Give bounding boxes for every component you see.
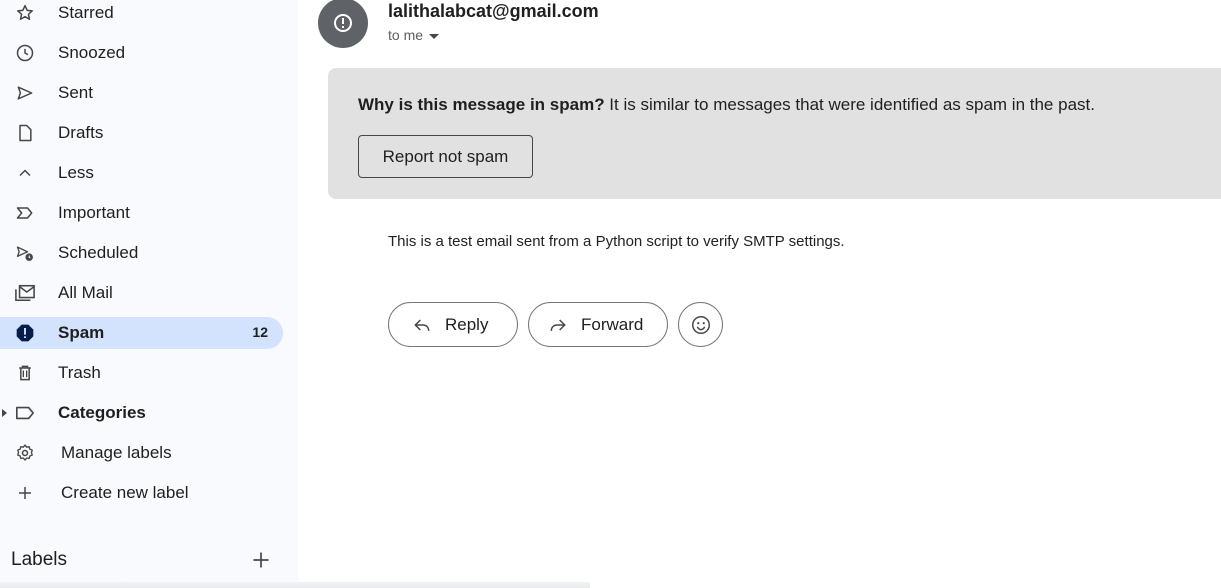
sidebar-item-label: Snoozed xyxy=(58,43,126,62)
spam-explanation: Why is this message in spam? It is simil… xyxy=(358,94,1095,116)
clock-icon xyxy=(14,43,36,63)
sidebar-item-less[interactable]: Less xyxy=(0,157,283,189)
forward-label: Forward xyxy=(581,314,644,334)
dropdown-arrow-icon xyxy=(429,33,440,39)
emoji-icon xyxy=(691,315,710,334)
sidebar-item-sent[interactable]: Sent xyxy=(0,77,283,109)
reply-label: Reply xyxy=(445,314,489,334)
sidebar-item-label: Important xyxy=(58,203,130,222)
sidebar-item-important[interactable]: Important xyxy=(0,197,283,229)
trash-icon xyxy=(14,363,36,383)
reply-icon xyxy=(411,314,433,336)
sidebar-item-spam[interactable]: Spam 12 xyxy=(0,317,283,349)
gear-icon xyxy=(14,443,36,463)
labels-heading: Labels xyxy=(11,549,67,570)
sidebar-item-label: Scheduled xyxy=(58,243,139,262)
plus-icon xyxy=(14,483,36,503)
sidebar-item-label: Drafts xyxy=(58,123,104,142)
sidebar-item-snoozed[interactable]: Snoozed xyxy=(0,37,283,69)
spam-icon xyxy=(14,323,36,343)
add-label-button[interactable] xyxy=(249,548,273,572)
message-body: This is a test email sent from a Python … xyxy=(388,233,845,250)
sidebar-item-label: Manage labels xyxy=(61,443,172,462)
star-icon xyxy=(14,3,36,23)
forward-icon xyxy=(547,314,569,336)
add-reaction-button[interactable] xyxy=(678,302,723,347)
draft-icon xyxy=(14,123,36,143)
sidebar-item-label: All Mail xyxy=(58,283,113,302)
sidebar-item-scheduled[interactable]: Scheduled xyxy=(0,237,283,269)
plus-icon xyxy=(253,552,269,568)
label-icon xyxy=(14,403,36,423)
sender-avatar[interactable] xyxy=(318,0,368,48)
important-icon xyxy=(14,203,36,223)
forward-button[interactable]: Forward xyxy=(528,302,668,347)
unread-count-badge: 12 xyxy=(252,324,268,340)
spam-warning-banner: Why is this message in spam? It is simil… xyxy=(328,68,1221,199)
spam-reason: It is similar to messages that were iden… xyxy=(604,95,1095,114)
send-icon xyxy=(14,83,36,103)
sidebar-item-manage-labels[interactable]: Manage labels xyxy=(0,437,283,469)
sidebar-item-label: Categories xyxy=(58,403,146,422)
sidebar: Starred Snoozed Sent Drafts Less Importa… xyxy=(0,0,298,588)
all-mail-icon xyxy=(14,283,36,303)
sidebar-item-label: Sent xyxy=(58,83,93,102)
recipient-label: to me xyxy=(388,27,424,43)
warning-icon xyxy=(334,14,352,32)
sidebar-item-label: Create new label xyxy=(61,483,189,502)
sidebar-item-label: Spam xyxy=(58,323,105,342)
chevron-up-icon xyxy=(14,163,36,183)
sidebar-item-starred[interactable]: Starred xyxy=(0,0,283,29)
reply-button[interactable]: Reply xyxy=(388,302,518,347)
sidebar-item-label: Starred xyxy=(58,3,114,22)
sidebar-item-label: Less xyxy=(58,163,94,182)
scheduled-icon xyxy=(14,243,36,263)
sidebar-item-trash[interactable]: Trash xyxy=(0,357,283,389)
sidebar-item-create-label[interactable]: Create new label xyxy=(0,477,283,509)
bottom-divider xyxy=(0,582,590,588)
sidebar-item-drafts[interactable]: Drafts xyxy=(0,117,283,149)
recipient-details-toggle[interactable]: to me xyxy=(388,26,440,44)
sidebar-item-categories[interactable]: Categories xyxy=(0,397,283,429)
expand-caret-icon[interactable] xyxy=(2,409,7,417)
sidebar-item-label: Trash xyxy=(58,363,101,382)
report-not-spam-button[interactable]: Report not spam xyxy=(358,135,533,178)
spam-question: Why is this message in spam? xyxy=(358,95,605,114)
sender-email: lalithalabcat@gmail.com xyxy=(388,1,599,21)
sidebar-item-all-mail[interactable]: All Mail xyxy=(0,277,283,309)
